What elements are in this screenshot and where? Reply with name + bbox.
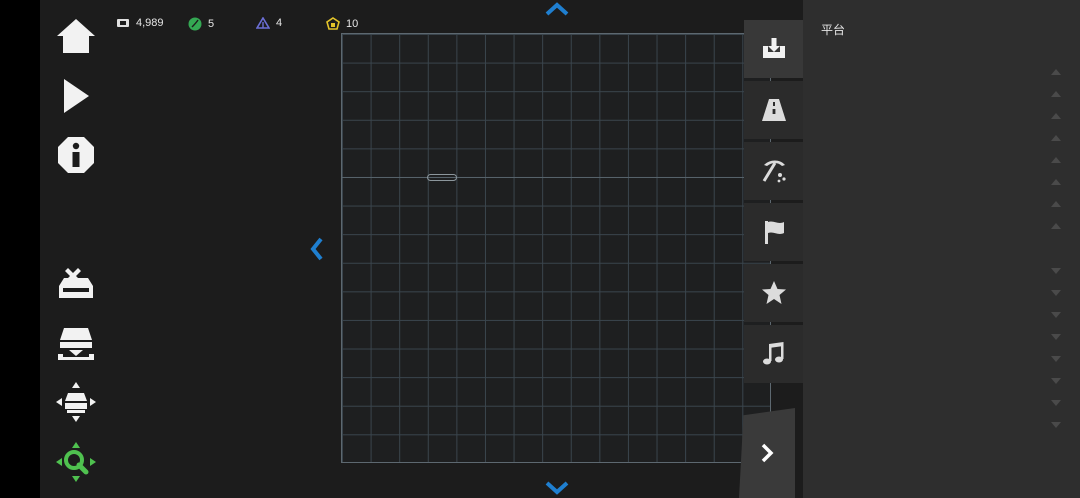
music-icon	[762, 342, 783, 365]
import-icon	[762, 38, 785, 58]
pickaxe-icon	[762, 160, 786, 183]
chevron-right-icon	[761, 443, 774, 463]
tab-favorites[interactable]	[744, 264, 803, 322]
platform-piece[interactable]	[427, 174, 457, 181]
stat-money-value: 4,989	[136, 17, 164, 29]
panel-scroll-up-arrow[interactable]	[1050, 222, 1062, 230]
panel-scroll-down-arrow[interactable]	[1050, 399, 1062, 407]
star-icon	[761, 281, 786, 304]
stat-money: 4,989	[116, 17, 164, 29]
panel-title: 平台	[821, 23, 846, 37]
panel-scroll-up-arrow[interactable]	[1050, 134, 1062, 142]
clear-stage-icon	[59, 268, 93, 298]
panel-scroll-down-arrow[interactable]	[1050, 421, 1062, 429]
home-button[interactable]	[54, 14, 98, 58]
expand-panel-button[interactable]	[739, 408, 795, 498]
scroll-down-arrow[interactable]	[544, 481, 570, 495]
tab-mining[interactable]	[744, 142, 803, 200]
tab-import[interactable]	[744, 20, 803, 78]
stat-seeds-value: 5	[208, 18, 215, 30]
flag-icon	[764, 221, 784, 244]
panel-scroll-down-arrow[interactable]	[1050, 267, 1062, 275]
tab-flag[interactable]	[744, 203, 803, 261]
item-panel: 平台	[803, 0, 1080, 498]
stat-seeds: 5	[188, 17, 214, 31]
panel-scroll-down-arrow[interactable]	[1050, 377, 1062, 385]
screen-edge	[0, 0, 40, 498]
clear-stage-button[interactable]	[54, 262, 98, 306]
zoom-button[interactable]	[54, 440, 98, 484]
panel-scroll-down-arrow[interactable]	[1050, 289, 1062, 297]
save-stage-button[interactable]	[54, 322, 98, 366]
left-toolbar	[40, 0, 112, 498]
stat-tents: 4	[256, 17, 282, 29]
stat-houses: 10	[326, 17, 358, 30]
move-button[interactable]	[54, 380, 98, 424]
scroll-up-arrow[interactable]	[544, 2, 570, 16]
play-button[interactable]	[54, 74, 98, 118]
info-button[interactable]	[54, 133, 98, 177]
scroll-left-arrow[interactable]	[310, 236, 324, 262]
stage-grid[interactable]	[341, 33, 771, 463]
house-token-icon	[326, 17, 340, 30]
panel-scroll-down-arrow[interactable]	[1050, 355, 1062, 363]
panel-scroll-down-arrow[interactable]	[1050, 333, 1062, 341]
tab-road[interactable]	[744, 81, 803, 139]
info-icon	[58, 137, 94, 173]
stat-tents-value: 4	[276, 17, 283, 29]
stat-houses-value: 10	[346, 17, 359, 30]
play-icon	[64, 79, 89, 113]
panel-scroll-up-arrow[interactable]	[1050, 178, 1062, 186]
zoom-icon	[56, 442, 96, 482]
panel-scroll-down-arrow[interactable]	[1050, 311, 1062, 319]
seed-icon	[188, 17, 202, 31]
panel-scroll-up-arrow[interactable]	[1050, 156, 1062, 164]
tent-icon	[256, 17, 270, 29]
panel-scroll-up-arrow[interactable]	[1050, 90, 1062, 98]
tab-music[interactable]	[744, 325, 803, 383]
move-icon	[56, 382, 96, 422]
home-icon	[57, 19, 95, 53]
road-icon	[761, 99, 786, 121]
platform-guide-line	[342, 177, 770, 178]
panel-scroll-up-arrow[interactable]	[1050, 200, 1062, 208]
money-icon	[117, 19, 129, 27]
save-stage-icon	[58, 328, 94, 360]
panel-scroll-up-arrow[interactable]	[1050, 68, 1062, 76]
panel-scroll-up-arrow[interactable]	[1050, 112, 1062, 120]
